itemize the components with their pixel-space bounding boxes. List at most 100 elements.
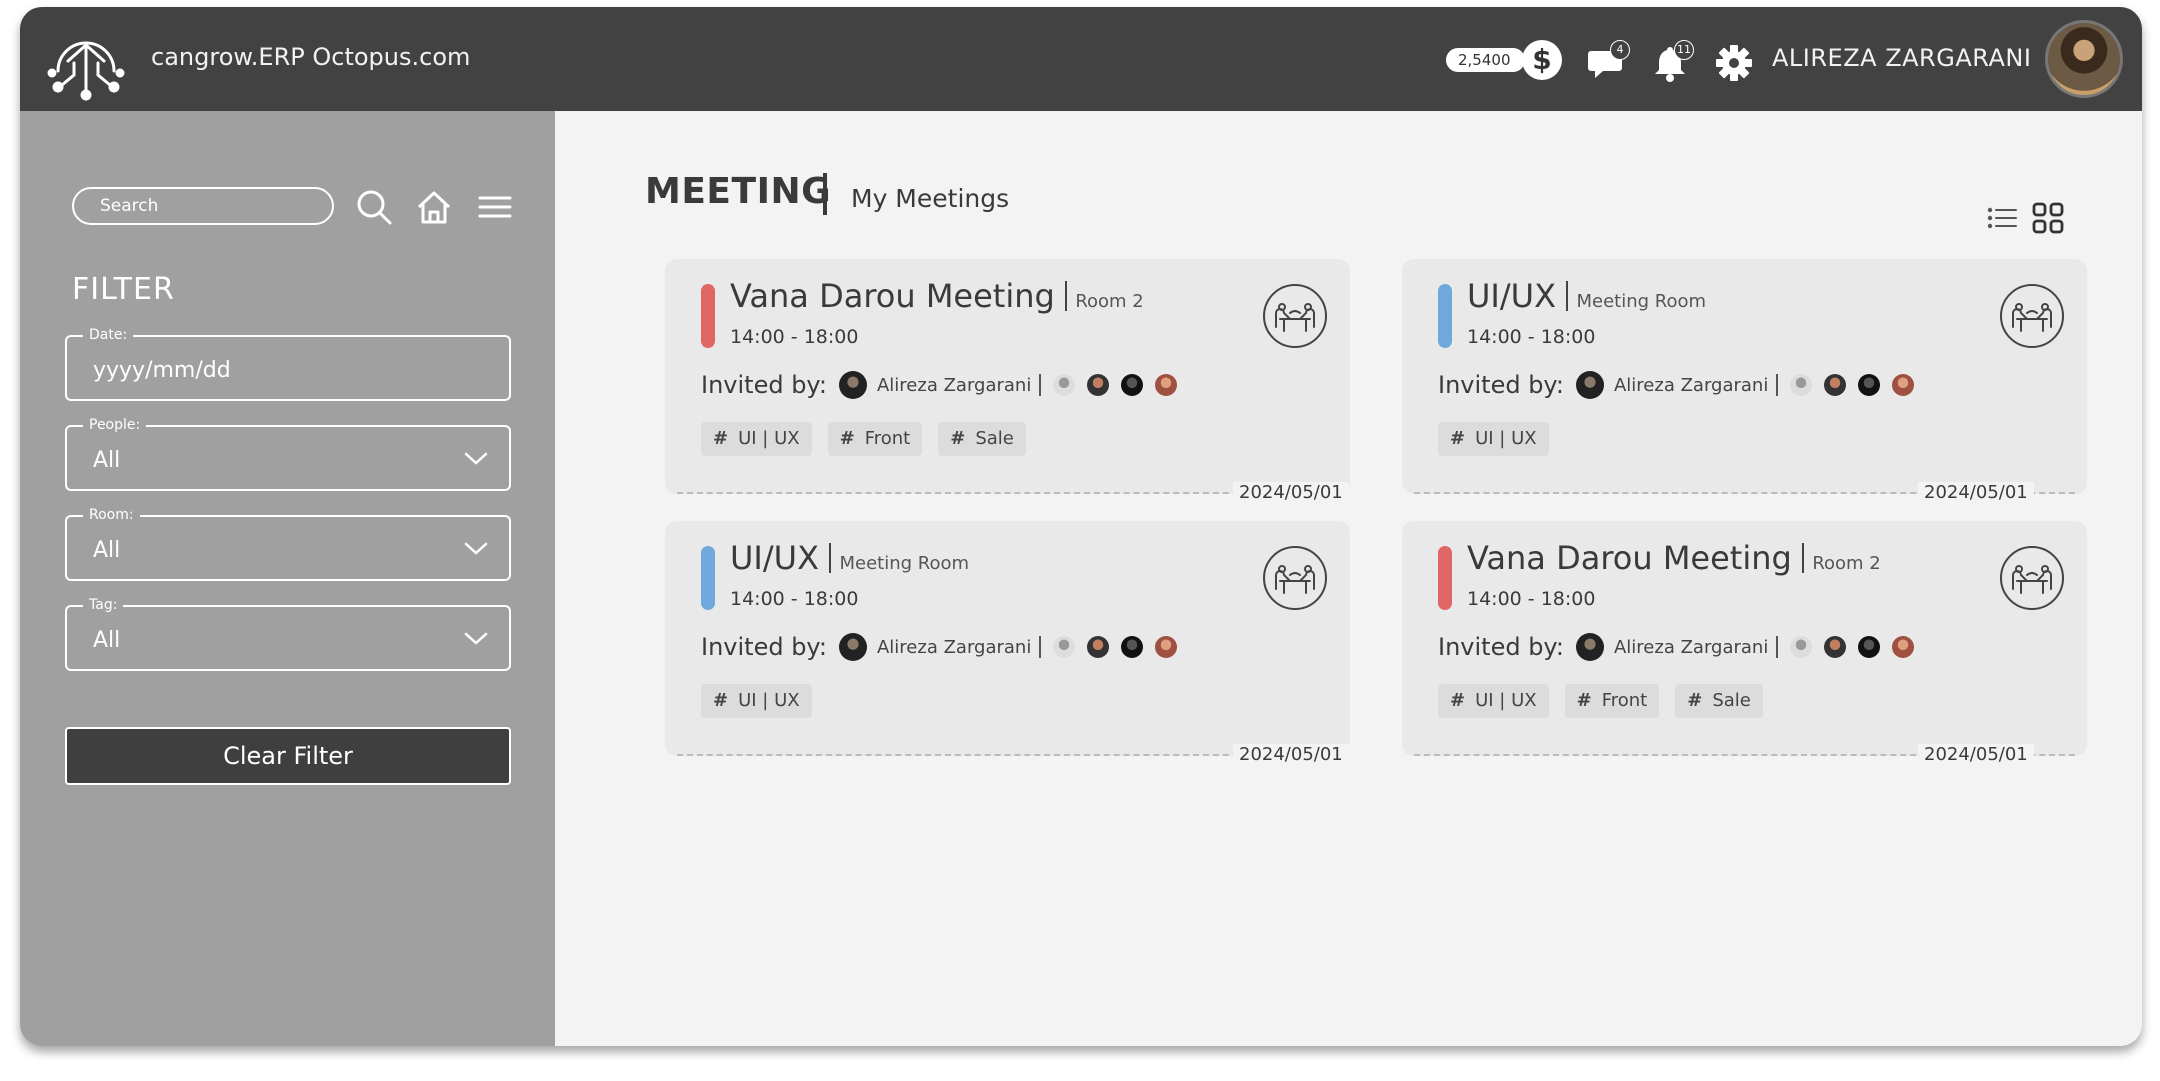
clear-filter-button[interactable]: Clear Filter <box>65 727 511 785</box>
inviter-avatar[interactable] <box>1575 371 1604 399</box>
meeting-card[interactable]: Vana Darou Meeting Room 2 14:00 - 18:00 I… <box>665 259 1350 503</box>
tag-label: Sale <box>975 428 1014 449</box>
meeting-room-icon <box>2000 546 2064 610</box>
inviter-name[interactable]: Alireza Zargarani <box>877 637 1031 658</box>
participant-avatar[interactable] <box>1121 374 1144 396</box>
status-color-bar <box>1438 546 1452 610</box>
participant-avatar[interactable] <box>1053 374 1076 396</box>
tag-chip[interactable]: # Front <box>1564 684 1660 718</box>
meeting-card[interactable]: UI/UX Meeting Room 14:00 - 18:00 Invited … <box>665 521 1350 765</box>
inviter-avatar[interactable] <box>1575 633 1604 661</box>
participant-avatar[interactable] <box>1824 374 1847 396</box>
participant-avatar[interactable] <box>1790 374 1813 396</box>
page-title: MEETING <box>645 171 832 212</box>
tag-chip[interactable]: # UI | UX <box>701 684 812 718</box>
date-placeholder: yyyy/mm/dd <box>93 358 231 383</box>
inviter-avatar[interactable] <box>838 371 867 399</box>
tag-chip[interactable]: # UI | UX <box>1438 684 1549 718</box>
search-input[interactable]: Search <box>72 187 334 225</box>
invitee-divider <box>1039 374 1042 396</box>
meeting-room-icon <box>1263 284 1327 348</box>
inviter-avatar[interactable] <box>838 633 867 661</box>
tag-chip[interactable]: # UI | UX <box>701 422 812 456</box>
invited-label: Invited by: <box>1438 633 1564 661</box>
meeting-time: 14:00 - 18:00 <box>730 326 859 348</box>
tag-chip[interactable]: # Sale <box>938 422 1026 456</box>
invited-label: Invited by: <box>701 371 827 399</box>
home-icon[interactable] <box>414 187 454 227</box>
meeting-title[interactable]: Vana Darou Meeting <box>1467 539 1792 577</box>
meeting-time: 14:00 - 18:00 <box>730 588 859 610</box>
page-subtitle: My Meetings <box>851 184 1010 213</box>
tag-value: All <box>93 628 121 653</box>
participant-avatar[interactable] <box>1087 636 1110 658</box>
hash-icon: # <box>713 428 729 449</box>
tag-label: UI | UX <box>738 690 800 711</box>
meeting-time: 14:00 - 18:00 <box>1467 326 1596 348</box>
hash-icon: # <box>1576 690 1592 711</box>
date-label: Date: <box>83 327 134 343</box>
participant-avatar[interactable] <box>1155 636 1178 658</box>
grid-view-icon[interactable] <box>2031 201 2065 235</box>
meeting-card[interactable]: Vana Darou Meeting Room 2 14:00 - 18:00 I… <box>1402 521 2087 765</box>
main-content: MEETING My Meetings Vana Darou Meeting Ro… <box>555 111 2142 1046</box>
tag-label: UI | UX <box>738 428 800 449</box>
list-view-icon[interactable] <box>1985 201 2019 235</box>
top-bar: cangrow.ERP Octopus.com 2,5400 $ 4 11 AL… <box>20 7 2142 111</box>
participant-avatar[interactable] <box>1053 636 1076 658</box>
status-color-bar <box>701 546 715 610</box>
tag-list: # UI | UX # Front # Sale <box>1438 684 1779 718</box>
chevron-down-icon[interactable] <box>463 629 489 647</box>
invitee-divider <box>1776 374 1779 396</box>
invitee-divider <box>1039 636 1042 658</box>
participant-avatar[interactable] <box>1824 636 1847 658</box>
coin-balance: 2,5400 <box>1446 48 1525 72</box>
room-select[interactable]: Room: All <box>65 507 511 581</box>
tag-chip[interactable]: # UI | UX <box>1438 422 1549 456</box>
participant-avatar[interactable] <box>1892 636 1915 658</box>
chevron-down-icon[interactable] <box>463 539 489 557</box>
inviter-name[interactable]: Alireza Zargarani <box>1614 637 1768 658</box>
meeting-title[interactable]: UI/UX <box>1467 277 1556 315</box>
participant-avatar[interactable] <box>1790 636 1813 658</box>
tag-select[interactable]: Tag: All <box>65 597 511 671</box>
meeting-room: Room 2 <box>1075 291 1144 312</box>
meeting-date: 2024/05/01 <box>1918 482 2034 503</box>
tag-list: # UI | UX <box>1438 422 1565 456</box>
tag-list: # UI | UX # Front # Sale <box>701 422 1042 456</box>
menu-icon[interactable] <box>475 187 515 227</box>
participant-avatar[interactable] <box>1087 374 1110 396</box>
user-name[interactable]: ALIREZA ZARGARANI <box>1772 44 2031 72</box>
status-color-bar <box>701 284 715 348</box>
meeting-room-icon <box>2000 284 2064 348</box>
participant-avatar[interactable] <box>1121 636 1144 658</box>
inviter-name[interactable]: Alireza Zargarani <box>877 375 1031 396</box>
user-avatar[interactable] <box>2045 20 2123 98</box>
app-window: cangrow.ERP Octopus.com 2,5400 $ 4 11 AL… <box>20 7 2142 1046</box>
meeting-title[interactable]: UI/UX <box>730 539 819 577</box>
participant-avatar[interactable] <box>1858 374 1881 396</box>
gear-icon[interactable] <box>1714 43 1754 83</box>
tag-label: Front <box>1601 690 1648 711</box>
meeting-date: 2024/05/01 <box>1918 744 2034 765</box>
meeting-title[interactable]: Vana Darou Meeting <box>730 277 1055 315</box>
people-select[interactable]: People: All <box>65 417 511 491</box>
meeting-card[interactable]: UI/UX Meeting Room 14:00 - 18:00 Invited … <box>1402 259 2087 503</box>
dollar-icon[interactable]: $ <box>1522 40 1562 80</box>
inviter-name[interactable]: Alireza Zargarani <box>1614 375 1768 396</box>
participant-avatar[interactable] <box>1892 374 1915 396</box>
tag-list: # UI | UX <box>701 684 828 718</box>
participant-avatar[interactable] <box>1155 374 1178 396</box>
tag-label: UI | UX <box>1475 428 1537 449</box>
octopus-logo-icon[interactable] <box>44 19 128 103</box>
search-icon[interactable] <box>354 187 394 227</box>
title-divider <box>1801 543 1805 573</box>
hash-icon: # <box>1450 690 1466 711</box>
tag-chip[interactable]: # Front <box>827 422 923 456</box>
people-label: People: <box>83 417 147 433</box>
date-field[interactable]: Date: yyyy/mm/dd <box>65 327 511 401</box>
participant-avatar[interactable] <box>1858 636 1881 658</box>
chevron-down-icon[interactable] <box>463 449 489 467</box>
tag-chip[interactable]: # Sale <box>1675 684 1763 718</box>
tag-label: Sale <box>1712 690 1751 711</box>
